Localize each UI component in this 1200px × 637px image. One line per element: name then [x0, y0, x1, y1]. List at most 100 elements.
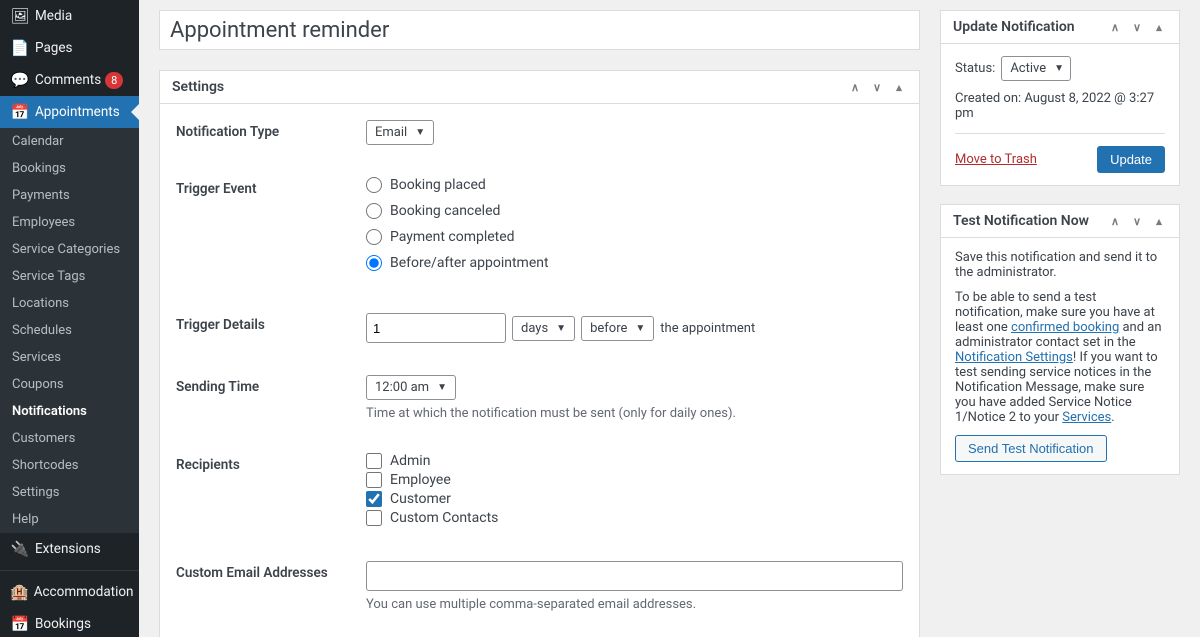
trigger-radio[interactable]: [366, 177, 382, 193]
select-value: before: [590, 321, 627, 336]
chevron-down-icon: ▼: [415, 127, 425, 138]
checkbox-label: Employee: [390, 472, 451, 488]
sidebar-subitem-help[interactable]: Help: [0, 506, 139, 533]
chevron-down-icon: ▼: [556, 323, 566, 334]
radio-label: Before/after appointment: [390, 255, 549, 271]
panel-up-icon[interactable]: ∧: [1107, 215, 1123, 228]
sidebar-item-label: Pages: [35, 40, 73, 56]
sidebar-item-accommodation[interactable]: 🏨Accommodation: [0, 576, 139, 608]
sidebar-subitem-service-tags[interactable]: Service Tags: [0, 263, 139, 290]
trigger-unit-select[interactable]: days ▼: [512, 316, 575, 341]
panel-down-icon[interactable]: ∨: [1129, 215, 1145, 228]
panel-down-icon[interactable]: ∨: [1129, 21, 1145, 34]
sidebar-item-comments[interactable]: 💬Comments8: [0, 64, 139, 96]
side-column: Update Notification ∧ ∨ ▴ Status: Active…: [940, 0, 1180, 637]
row-subject: Subject: [160, 628, 919, 637]
checkbox-label: Customer: [390, 491, 451, 507]
row-trigger-event: Trigger Event Booking placedBooking canc…: [160, 161, 919, 297]
comments-icon: 💬: [10, 71, 30, 89]
send-test-button[interactable]: Send Test Notification: [955, 435, 1107, 462]
created-on: Created on: August 8, 2022 @ 3:27 pm: [955, 91, 1165, 121]
chevron-down-icon: ▼: [437, 382, 447, 393]
trigger-relation-select[interactable]: before ▼: [581, 316, 654, 341]
sidebar-subitem-payments[interactable]: Payments: [0, 182, 139, 209]
label-sending-time: Sending Time: [176, 375, 366, 395]
select-value: days: [521, 321, 548, 336]
trigger-radio[interactable]: [366, 255, 382, 271]
sidebar-subitem-coupons[interactable]: Coupons: [0, 371, 139, 398]
notification-settings-link[interactable]: Notification Settings: [955, 350, 1073, 365]
update-panel-header: Update Notification ∧ ∨ ▴: [941, 11, 1179, 44]
sending-time-select[interactable]: 12:00 am ▼: [366, 375, 456, 400]
calendar-icon: 📅: [10, 103, 30, 121]
recipient-option: Customer: [366, 491, 903, 507]
sidebar-item-pages[interactable]: 📄 Pages: [0, 32, 139, 64]
update-button[interactable]: Update: [1097, 146, 1165, 173]
recipient-checkbox[interactable]: [366, 510, 382, 526]
sidebar-subitem-employees[interactable]: Employees: [0, 209, 139, 236]
update-panel: Update Notification ∧ ∨ ▴ Status: Active…: [940, 10, 1180, 186]
recipient-checkbox[interactable]: [366, 472, 382, 488]
notification-type-select[interactable]: Email ▼: [366, 120, 434, 145]
sidebar-item-appointments[interactable]: 📅 Appointments: [0, 96, 139, 128]
trigger-suffix-text: the appointment: [660, 321, 755, 336]
trigger-option: Payment completed: [366, 229, 903, 245]
sidebar-subitem-services[interactable]: Services: [0, 344, 139, 371]
sidebar-subitem-schedules[interactable]: Schedules: [0, 317, 139, 344]
label-notification-type: Notification Type: [176, 120, 366, 140]
sidebar-subitem-notifications[interactable]: Notifications: [0, 398, 139, 425]
services-link[interactable]: Services: [1062, 410, 1111, 425]
select-value: Active: [1010, 61, 1046, 76]
sidebar-subitem-shortcodes[interactable]: Shortcodes: [0, 452, 139, 479]
sidebar-item-label: Appointments: [35, 104, 120, 120]
sidebar-subitem-bookings[interactable]: Bookings: [0, 155, 139, 182]
row-sending-time: Sending Time 12:00 am ▼ Time at which the…: [160, 359, 919, 437]
sidebar-item-extensions[interactable]: 🔌Extensions: [0, 533, 139, 565]
select-value: Email: [375, 125, 407, 140]
recipient-checkbox[interactable]: [366, 453, 382, 469]
select-value: 12:00 am: [375, 380, 429, 395]
panel-controls: ∧ ∨ ▴: [1107, 21, 1167, 34]
move-to-trash-link[interactable]: Move to Trash: [955, 152, 1037, 167]
test-help-text: To be able to send a test notification, …: [955, 290, 1165, 425]
sidebar-subitem-service-categories[interactable]: Service Categories: [0, 236, 139, 263]
sidebar-item-label: Media: [35, 8, 72, 24]
row-recipients: Recipients AdminEmployeeCustomerCustom C…: [160, 437, 919, 545]
status-select[interactable]: Active ▼: [1001, 56, 1071, 81]
sidebar-subitem-customers[interactable]: Customers: [0, 425, 139, 452]
panel-up-icon[interactable]: ∧: [1107, 21, 1123, 34]
sending-time-help: Time at which the notification must be s…: [366, 406, 903, 421]
row-trigger-details: Trigger Details days▼ before▼ the appoin…: [160, 297, 919, 359]
trigger-radio[interactable]: [366, 229, 382, 245]
sidebar-item-media[interactable]: 🖼Media: [0, 0, 139, 32]
sidebar-item-label: Accommodation: [34, 584, 134, 600]
sidebar-subitem-settings[interactable]: Settings: [0, 479, 139, 506]
recipient-checkbox[interactable]: [366, 491, 382, 507]
radio-label: Booking canceled: [390, 203, 500, 219]
recipient-option: Admin: [366, 453, 903, 469]
panel-title: Update Notification: [953, 19, 1075, 35]
panel-toggle-icon[interactable]: ▴: [891, 81, 907, 94]
admin-sidebar: 🖼Media 📄 Pages 💬Comments8 📅 Appointments C…: [0, 0, 139, 637]
sidebar-subitem-calendar[interactable]: Calendar: [0, 128, 139, 155]
trigger-radio[interactable]: [366, 203, 382, 219]
sidebar-item-bookings[interactable]: 📅 Bookings: [0, 608, 139, 637]
trigger-number-input[interactable]: [366, 313, 506, 343]
chevron-down-icon: ▼: [635, 323, 645, 334]
chevron-down-icon: ▼: [1054, 63, 1064, 74]
status-label: Status:: [955, 61, 995, 76]
confirmed-booking-link[interactable]: confirmed booking: [1011, 320, 1119, 335]
pages-icon: 📄: [10, 39, 30, 57]
checkbox-label: Admin: [390, 453, 430, 469]
panel-toggle-icon[interactable]: ▴: [1151, 21, 1167, 34]
calendar-icon: 📅: [10, 615, 30, 633]
panel-up-icon[interactable]: ∧: [847, 81, 863, 94]
panel-toggle-icon[interactable]: ▴: [1151, 215, 1167, 228]
page-title[interactable]: Appointment reminder: [159, 10, 920, 50]
sidebar-separator: [0, 570, 139, 571]
sidebar-item-label: Bookings: [35, 616, 91, 632]
custom-email-input[interactable]: [366, 561, 903, 591]
row-notification-type: Notification Type Email ▼: [160, 104, 919, 161]
sidebar-subitem-locations[interactable]: Locations: [0, 290, 139, 317]
panel-down-icon[interactable]: ∨: [869, 81, 885, 94]
